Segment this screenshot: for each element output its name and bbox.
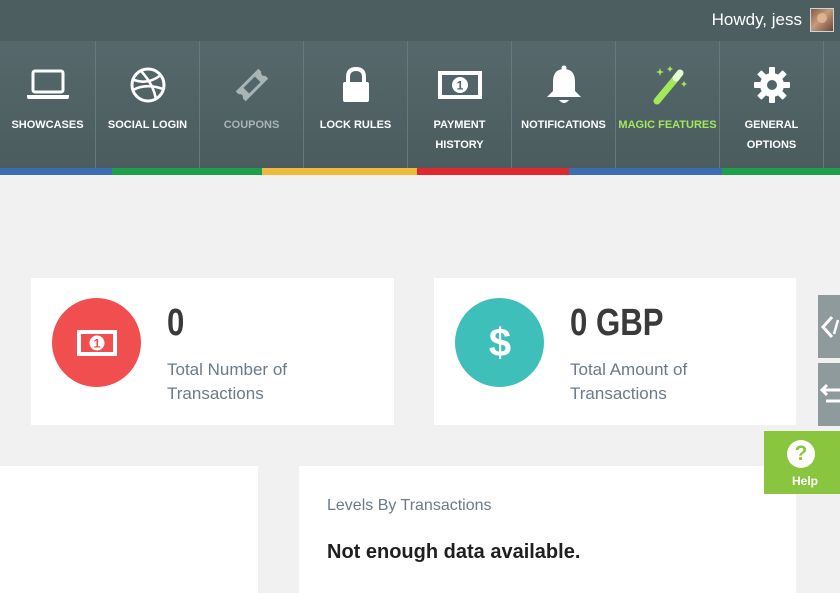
nav-item-notifications[interactable]: NOTIFICATIONS — [512, 41, 616, 168]
nav-label: PAYMENT HISTORY — [433, 119, 486, 151]
nav-item-magic-features[interactable]: MAGIC FEATURES — [616, 41, 720, 168]
main-navigation: SHOWCASES SOCIAL LOGIN COUPONS LOCK RULE… — [0, 41, 840, 168]
levels-title: Levels By Transactions — [327, 497, 492, 514]
nav-label: LOCK RULES — [319, 119, 392, 131]
nav-label: COUPONS — [223, 119, 280, 131]
nav-label: SHOWCASES — [11, 119, 84, 131]
nav-item-payment-history[interactable]: 1 PAYMENT HISTORY — [408, 41, 512, 168]
bell-icon — [546, 65, 581, 103]
nav-item-coupons[interactable]: COUPONS — [200, 41, 304, 168]
svg-text:1: 1 — [93, 336, 100, 350]
nav-item-social-login[interactable]: SOCIAL LOGIN — [96, 41, 200, 168]
magic-wand-icon — [653, 66, 687, 105]
nav-item-general-options[interactable]: GENERAL OPTIONS — [720, 41, 824, 168]
greeting-text[interactable]: Howdy, jess — [712, 10, 802, 30]
stat-card-transactions-amount: $ 0 GBP Total Amount of Transactions — [434, 278, 796, 425]
stat-value: 0 — [167, 302, 185, 344]
nav-label: NOTIFICATIONS — [521, 119, 606, 131]
gear-icon — [753, 67, 790, 103]
stat-label: Total Number of Transactions — [167, 360, 287, 403]
svg-text:$: $ — [488, 321, 510, 365]
no-data-message: Not enough data available. — [327, 541, 581, 563]
laptop-icon — [26, 69, 69, 99]
avatar[interactable] — [810, 8, 834, 32]
nav-label: GENERAL OPTIONS — [744, 119, 799, 151]
question-icon: ? — [787, 440, 815, 468]
dollar-icon: $ — [488, 321, 510, 365]
ticket-icon — [235, 68, 268, 102]
chart-card-left — [0, 466, 258, 593]
dribbble-icon — [130, 67, 165, 103]
chevron-left-icon — [820, 315, 840, 338]
stat-icon-circle: 1 — [52, 298, 141, 387]
switch-side-tab[interactable] — [818, 363, 840, 426]
nav-item-lock-rules[interactable]: LOCK RULES — [304, 41, 408, 168]
collapse-side-tab[interactable] — [818, 295, 840, 358]
nav-color-stripe — [0, 168, 840, 175]
arrows-switch-icon — [819, 383, 840, 402]
nav-label: SOCIAL LOGIN — [107, 119, 188, 131]
stat-card-transactions-count: 1 0 Total Number of Transactions — [31, 278, 394, 425]
svg-text:1: 1 — [456, 79, 463, 93]
stat-value: 0 GBP — [570, 302, 664, 344]
nav-label: MAGIC FEATURES — [618, 119, 717, 131]
money-icon: 1 — [76, 329, 117, 356]
stat-icon-circle: $ — [455, 298, 544, 387]
levels-card: Levels By Transactions Not enough data a… — [299, 466, 796, 593]
help-label: Help — [791, 474, 818, 488]
admin-bar: Howdy, jess — [0, 0, 840, 41]
help-button[interactable]: ? Help — [764, 431, 840, 494]
nav-item-showcases[interactable]: SHOWCASES — [0, 41, 96, 168]
stat-label: Total Amount of Transactions — [570, 360, 688, 403]
lock-icon — [342, 66, 369, 102]
money-icon: 1 — [437, 71, 482, 99]
